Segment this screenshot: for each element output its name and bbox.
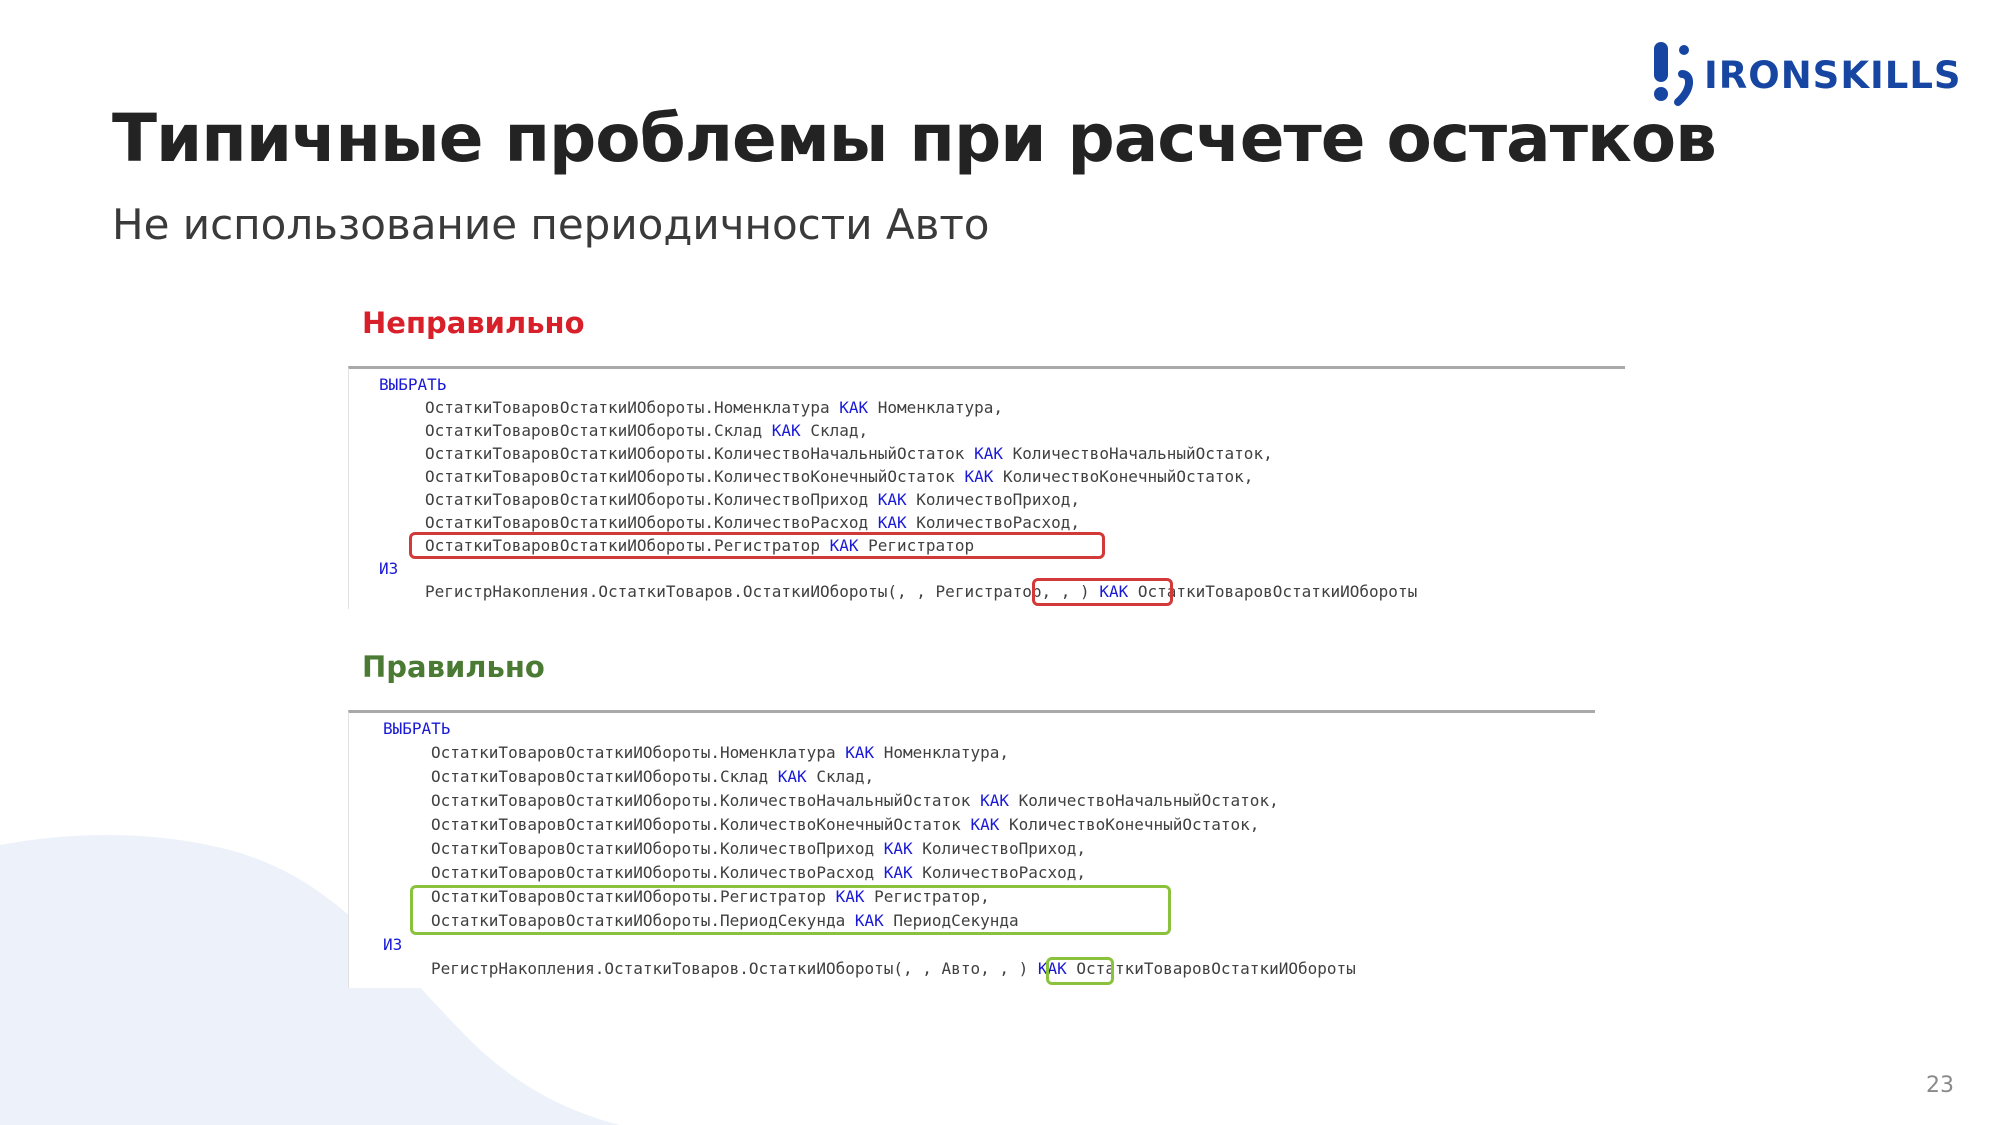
code-text: ОстаткиТоваровОстаткиИОбороты.Количество… (431, 815, 971, 834)
code-keyword: КАК (974, 444, 1003, 463)
code-line: ОстаткиТоваровОстаткиИОбороты.Количество… (425, 511, 1080, 534)
code-keyword: КАК (845, 743, 875, 762)
code-text: ОстаткиТоваровОстаткиИОбороты.Номенклату… (425, 398, 840, 417)
code-line: ОстаткиТоваровОстаткиИОбороты.Количество… (425, 442, 1273, 465)
code-text: Номенклатура, (874, 743, 1009, 762)
code-text: ОстаткиТоваровОстаткиИОбороты.Количество… (425, 444, 975, 463)
right-label: Правильно (362, 650, 545, 684)
brand-name: IRONSKILLS (1704, 53, 1962, 97)
code-keyword: ВЫБРАТЬ (383, 719, 451, 738)
code-line: ВЫБРАТЬ (379, 373, 446, 396)
page-title: Типичные проблемы при расчете остатков (112, 100, 1717, 177)
code-keyword: КАК (883, 839, 913, 858)
auto-param-highlight (1046, 957, 1114, 985)
code-text: ОстаткиТоваровОстаткиИОбороты.Склад (425, 421, 772, 440)
code-keyword: ВЫБРАТЬ (379, 375, 447, 394)
code-text: КоличествоРасход, (912, 863, 1087, 882)
right-code-block: ВЫБРАТЬ ОстаткиТоваровОстаткиИОбороты.Ном… (348, 710, 1595, 988)
code-text: ОстаткиТоваровОстаткиИОбороты.Количество… (431, 863, 884, 882)
code-line: ОстаткиТоваровОстаткиИОбороты.Количество… (431, 861, 1086, 884)
code-keyword: КАК (877, 513, 907, 532)
page-subtitle: Не использование периодичности Авто (112, 200, 990, 249)
registrator-param-highlight (1032, 578, 1173, 606)
code-text: Авто (941, 959, 981, 978)
code-text: , , ) (980, 959, 1038, 978)
wrong-label: Неправильно (362, 306, 585, 340)
code-line: ОстаткиТоваровОстаткиИОбороты.Номенклату… (425, 396, 1003, 419)
registrator-period-highlight (410, 885, 1171, 935)
code-text: КоличествоНачальныйОстаток, (1002, 444, 1273, 463)
code-keyword: КАК (839, 398, 869, 417)
code-line: ОстаткиТоваровОстаткиИОбороты.Номенклату… (431, 741, 1009, 764)
code-keyword: КАК (964, 467, 994, 486)
code-line: ОстаткиТоваровОстаткиИОбороты.Количество… (425, 488, 1080, 511)
code-line: ОстаткиТоваровОстаткиИОбороты.Количество… (425, 465, 1253, 488)
wrong-code-block: ВЫБРАТЬ ОстаткиТоваровОстаткиИОбороты.Ном… (348, 366, 1625, 609)
code-text: ОстаткиТоваровОстаткиИОбороты.Количество… (431, 839, 884, 858)
code-text: КоличествоПриход, (906, 490, 1081, 509)
code-keyword: КАК (883, 863, 913, 882)
code-line: ИЗ (383, 933, 402, 956)
code-text: ОстаткиТоваровОстаткиИОбороты.Номенклату… (431, 743, 846, 762)
code-keyword: КАК (777, 767, 807, 786)
code-text: КоличествоКонечныйОстаток, (993, 467, 1254, 486)
code-line: ОстаткиТоваровОстаткиИОбороты.Склад КАК … (425, 419, 868, 442)
code-text: КоличествоРасход, (906, 513, 1081, 532)
code-text: ОстаткиТоваровОстаткиИОбороты.Количество… (425, 513, 878, 532)
code-text: КоличествоКонечныйОстаток, (999, 815, 1260, 834)
page-number: 23 (1926, 1073, 1954, 1098)
code-keyword: КАК (771, 421, 801, 440)
code-text: РегистрНакопления.ОстаткиТоваров.Остатки… (425, 582, 936, 601)
code-text: КоличествоНачальныйОстаток, (1008, 791, 1279, 810)
code-text: Склад, (806, 767, 875, 786)
code-text: Номенклатура, (868, 398, 1003, 417)
code-line: ОстаткиТоваровОстаткиИОбороты.Количество… (431, 813, 1259, 836)
code-line: ВЫБРАТЬ (383, 717, 450, 740)
code-text: ОстаткиТоваровОстаткиИОбороты.Количество… (425, 490, 878, 509)
code-text: КоличествоПриход, (912, 839, 1087, 858)
code-line: РегистрНакопления.ОстаткиТоваров.Остатки… (431, 957, 1356, 980)
code-line: РегистрНакопления.ОстаткиТоваров.Остатки… (425, 580, 1417, 603)
code-line: ИЗ (379, 557, 398, 580)
code-keyword: ИЗ (383, 935, 403, 954)
code-line: ОстаткиТоваровОстаткиИОбороты.Склад КАК … (431, 765, 874, 788)
registrator-line-highlight (409, 532, 1105, 559)
code-keyword: КАК (970, 815, 1000, 834)
code-line: ОстаткиТоваровОстаткиИОбороты.Количество… (431, 789, 1279, 812)
code-keyword: КАК (877, 490, 907, 509)
code-text: Регистратор (935, 582, 1042, 601)
code-text: ОстаткиТоваровОстаткиИОбороты.Количество… (431, 791, 981, 810)
code-text: ОстаткиТоваровОстаткиИОбороты.Количество… (425, 467, 965, 486)
code-text: ОстаткиТоваровОстаткиИОбороты.Склад (431, 767, 778, 786)
code-keyword: ИЗ (379, 559, 399, 578)
code-text: Склад, (800, 421, 869, 440)
code-text: РегистрНакопления.ОстаткиТоваров.Остатки… (431, 959, 942, 978)
code-keyword: КАК (980, 791, 1009, 810)
code-line: ОстаткиТоваровОстаткиИОбороты.Количество… (431, 837, 1086, 860)
